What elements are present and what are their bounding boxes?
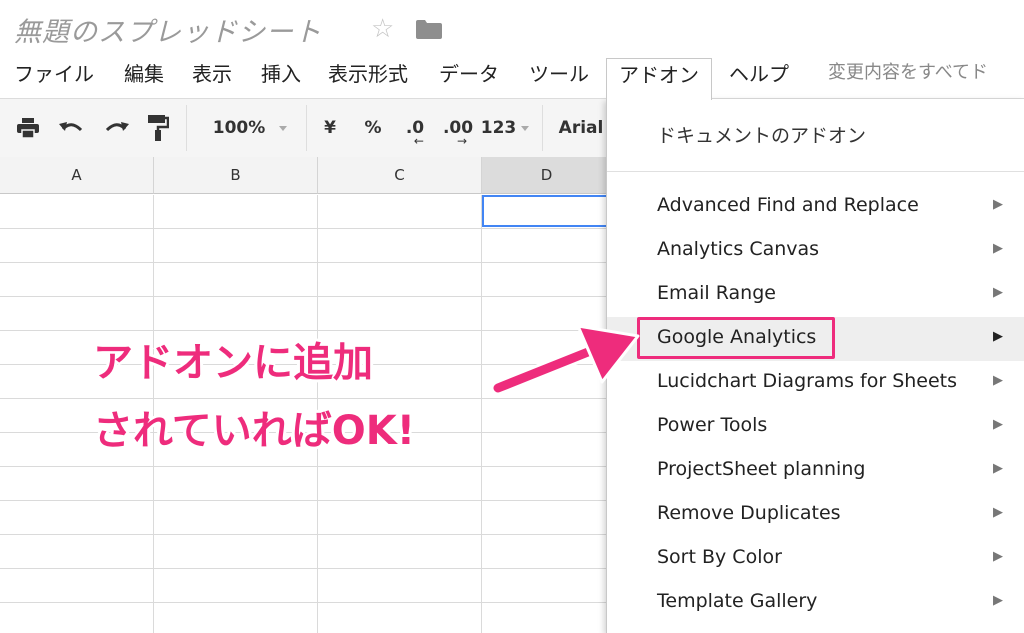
submenu-arrow-icon: ▶	[993, 373, 1003, 388]
submenu-arrow-icon: ▶	[993, 593, 1003, 608]
addon-item-power-tools[interactable]: Power Tools ▶	[607, 405, 1024, 449]
column-header-c[interactable]: C	[318, 157, 482, 194]
addons-dropdown-menu: ドキュメントのアドオン Advanced Find and Replace ▶ …	[606, 99, 1024, 633]
arrow-left-icon: ←	[413, 134, 424, 148]
addon-item-advanced-find-and-replace[interactable]: Advanced Find and Replace ▶	[607, 185, 1024, 229]
save-status: 変更内容をすべてド	[828, 62, 989, 83]
currency-format-button[interactable]: ¥	[318, 99, 342, 157]
paint-format-button[interactable]	[142, 99, 174, 157]
column-header-d[interactable]: D	[482, 157, 612, 194]
menu-addons[interactable]: アドオン	[606, 58, 712, 100]
menu-file[interactable]: ファイル	[2, 58, 106, 94]
undo-button[interactable]	[56, 99, 88, 157]
font-value: Arial	[558, 118, 604, 138]
menu-view[interactable]: 表示	[180, 58, 244, 94]
increase-decimal-button[interactable]: .00 →	[440, 99, 476, 157]
addon-item-google-analytics[interactable]: Google Analytics ▶	[607, 317, 1024, 361]
submenu-arrow-icon: ▶	[993, 285, 1003, 300]
menu-help[interactable]: ヘルプ	[717, 58, 801, 94]
menu-insert[interactable]: 挿入	[249, 58, 313, 94]
undo-icon	[59, 122, 83, 132]
addon-item-lucidchart-diagrams[interactable]: Lucidchart Diagrams for Sheets ▶	[607, 361, 1024, 405]
decrease-decimal-button[interactable]: .0 ←	[398, 99, 432, 157]
arrow-right-icon: →	[456, 134, 467, 148]
submenu-arrow-icon: ▶	[993, 505, 1003, 520]
highlight-box	[637, 317, 835, 359]
submenu-arrow-icon: ▶	[993, 549, 1003, 564]
percent-format-button[interactable]: %	[360, 99, 386, 157]
column-header-a[interactable]: A	[0, 157, 154, 194]
chevron-down-icon	[279, 125, 288, 131]
chevron-down-icon	[521, 125, 530, 131]
more-formats-button[interactable]: 123	[480, 99, 530, 157]
annotation-line-1: アドオンに追加	[93, 340, 373, 386]
addon-item-template-gallery[interactable]: Template Gallery ▶	[607, 581, 1024, 625]
addon-item-sort-by-color[interactable]: Sort By Color ▶	[607, 537, 1024, 581]
submenu-arrow-icon: ▶	[993, 241, 1003, 256]
document-title[interactable]: 無題のスプレッドシート	[14, 10, 322, 49]
addon-item-analytics-canvas[interactable]: Analytics Canvas ▶	[607, 229, 1024, 273]
redo-button[interactable]	[100, 99, 132, 157]
menu-format[interactable]: 表示形式	[316, 58, 420, 94]
column-header-b[interactable]: B	[154, 157, 318, 194]
submenu-arrow-icon: ▶	[993, 461, 1003, 476]
menu-data[interactable]: データ	[427, 58, 511, 94]
print-icon	[17, 118, 39, 139]
active-cell[interactable]	[482, 195, 610, 227]
print-button[interactable]	[12, 99, 44, 157]
redo-icon	[105, 122, 129, 132]
annotation-arrow-icon	[490, 324, 640, 396]
addons-menu-header: ドキュメントのアドオン	[657, 125, 867, 147]
star-icon[interactable]: ☆	[371, 14, 394, 44]
submenu-arrow-icon: ▶	[993, 329, 1003, 344]
submenu-arrow-icon: ▶	[993, 417, 1003, 432]
annotation-line-2: されていればOK!	[93, 408, 416, 454]
submenu-arrow-icon: ▶	[993, 197, 1003, 212]
zoom-value: 100%	[212, 118, 266, 138]
paint-format-icon	[148, 115, 169, 141]
menu-tools[interactable]: ツール	[517, 58, 601, 94]
zoom-select[interactable]: 100%	[200, 99, 300, 157]
addon-item-remove-duplicates[interactable]: Remove Duplicates ▶	[607, 493, 1024, 537]
addon-item-projectsheet-planning[interactable]: ProjectSheet planning ▶	[607, 449, 1024, 493]
font-select[interactable]: Arial	[556, 99, 606, 157]
menu-edit[interactable]: 編集	[112, 58, 176, 94]
addon-item-email-range[interactable]: Email Range ▶	[607, 273, 1024, 317]
folder-icon[interactable]	[416, 20, 442, 39]
